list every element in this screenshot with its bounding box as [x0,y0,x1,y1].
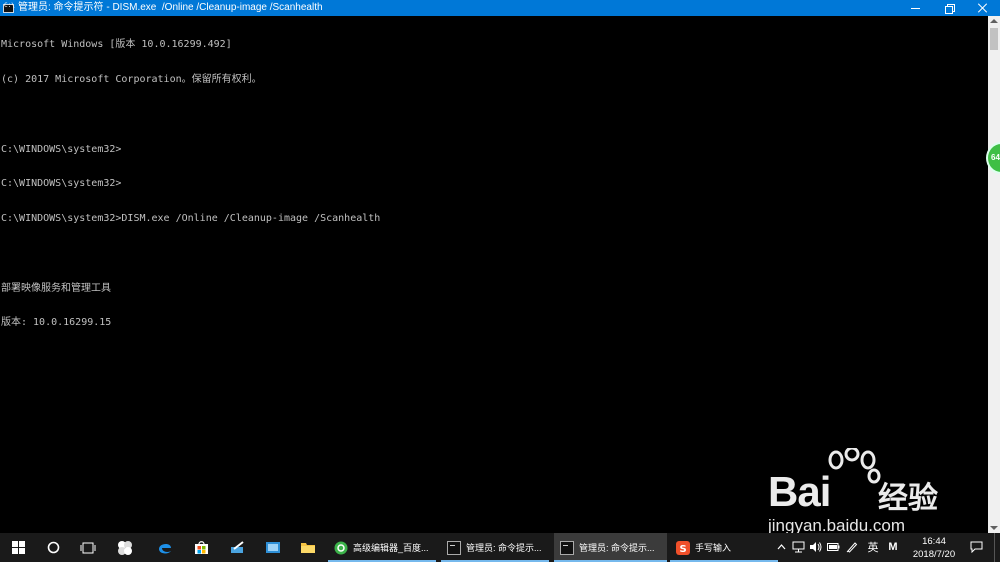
minimize-icon [910,7,920,9]
console-line: C:\WINDOWS\system32> [1,143,122,155]
network-pen-icon [231,540,244,553]
vertical-scrollbar[interactable] [988,16,1000,533]
pinned-pinwheel-app[interactable] [108,533,142,562]
window-title: 管理员: 命令提示符 - DISM.exe /Online /Cleanup-i… [18,2,323,13]
cmd-app-icon [3,2,15,13]
taskbar-app-handwriting[interactable]: S 手写输入 [670,533,778,562]
taskbar-app-cmd-1[interactable]: 管理员: 命令提示... [441,533,549,562]
taskbar-app-label: 手写输入 [695,543,732,553]
window-controls [898,0,1000,16]
tray-ime-mode[interactable]: M [886,540,900,554]
tray-pen-button[interactable] [845,540,859,554]
console-line: 版本: 10.0.16299.15 [1,317,112,329]
start-button[interactable] [0,533,36,562]
cortana-button[interactable] [36,533,70,562]
taskbar-app-browser[interactable]: 高级编辑器_百度... [328,533,436,562]
console-line: Microsoft Windows [版本 10.0.16299.492] [1,39,232,51]
scrollbar-thumb[interactable] [990,28,998,50]
pen-workspace-icon [846,542,858,553]
minimize-button[interactable] [898,0,932,16]
speaker-icon [809,542,821,552]
file-explorer-icon [301,543,315,553]
console-line: (c) 2017 Microsoft Corporation。保留所有权利。 [1,73,262,85]
pinned-photo-app[interactable] [256,533,290,562]
pinned-store-app[interactable] [184,533,218,562]
store-icon [194,541,208,554]
pinned-file-explorer-app[interactable] [291,533,325,562]
network-icon [792,541,804,553]
tray-battery-button[interactable] [826,540,840,554]
taskbar-app-label: 管理员: 命令提示... [579,543,655,553]
pinned-network-app[interactable] [220,533,254,562]
scroll-up-arrow-icon[interactable] [990,19,998,23]
tray-clock[interactable]: 16:44 2018/7/20 [906,535,962,561]
console-line: C:\WINDOWS\system32>DISM.exe /Online /Cl… [1,213,381,225]
pinned-edge-app[interactable] [148,533,182,562]
baidu-paw-icon [828,448,881,484]
taskbar-app-label: 高级编辑器_百度... [353,543,429,553]
cmd-icon [560,540,574,555]
window-title-bar[interactable]: 管理员: 命令提示符 - DISM.exe /Online /Cleanup-i… [0,0,1000,16]
windows-logo-icon [11,541,25,554]
notification-icon [970,541,982,553]
taskbar-app-label: 管理员: 命令提示... [466,543,542,553]
show-desktop-button[interactable] [994,533,1000,562]
console-text: Microsoft Windows [版本 10.0.16299.492] (c… [1,16,380,352]
tray-volume-button[interactable] [808,540,822,554]
cortana-circle-icon [47,541,59,554]
task-view-icon [80,542,96,553]
task-view-button[interactable] [70,533,106,562]
battery-icon [826,543,839,551]
browser-icon [334,541,348,554]
taskbar-app-cmd-2[interactable]: 管理员: 命令提示... [554,533,667,562]
action-center-button[interactable] [968,540,984,554]
console-line: 部署映像服务和管理工具 [1,282,111,294]
sogou-icon: S [676,540,690,555]
close-button[interactable] [966,0,1000,16]
baidu-jingyan-watermark: Bai 经验 jingyan.baidu.com [760,448,960,540]
watermark-brand: Bai [768,468,831,515]
console-line: C:\WINDOWS\system32> [1,178,122,190]
restore-button[interactable] [932,0,966,16]
scroll-down-arrow-icon[interactable] [990,526,998,530]
chevron-up-icon [777,544,785,550]
tray-ime-language[interactable]: 英 [866,540,880,554]
watermark-brand-cn: 经验 [878,482,938,515]
restore-icon [944,3,955,14]
clock-time: 16:44 [922,536,946,547]
close-icon [978,3,988,13]
svg-text:S: S [680,544,687,555]
tray-network-button[interactable] [791,540,805,554]
cmd-icon [447,540,461,555]
tray-overflow-button[interactable] [774,540,788,554]
photo-app-icon [266,542,280,553]
taskbar: 高级编辑器_百度... 管理员: 命令提示... 管理员: 命令提示... S … [0,533,1000,562]
pinwheel-icon [118,540,132,555]
edge-icon [159,543,171,553]
clock-date: 2018/7/20 [912,549,956,560]
